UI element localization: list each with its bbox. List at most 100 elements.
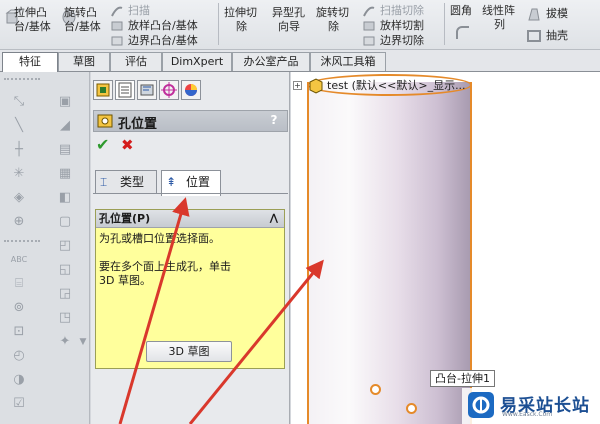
feature-tree-icon bbox=[96, 83, 110, 97]
check-icon[interactable]: ✔ bbox=[96, 137, 112, 153]
tab-features[interactable]: 特征 bbox=[2, 52, 58, 72]
dome-small-icon[interactable]: ◧ bbox=[56, 190, 74, 206]
revolved-boss-button[interactable]: 旋转凸 台/基体 bbox=[60, 2, 108, 48]
watermark-subtext: Www.Easck.Com bbox=[502, 411, 553, 418]
linear-pattern-button[interactable]: 线性阵 列 bbox=[480, 2, 520, 48]
spline-icon[interactable]: ◈ bbox=[10, 190, 28, 206]
revolved-cut-button[interactable]: 旋转切 除 bbox=[316, 2, 360, 48]
line-icon[interactable]: ╲ bbox=[10, 118, 28, 134]
hole-position-group: 孔位置(P) ⋀ 为孔或槽口位置选择面。 要在多个面上生成孔，单击 3D 草图。… bbox=[95, 209, 285, 369]
position-icon: ⇞ bbox=[166, 175, 177, 189]
configuration-manager-tab[interactable] bbox=[137, 80, 157, 100]
magic-wand-icon[interactable]: ✦ bbox=[56, 334, 74, 350]
revolved-boss-label-2: 台/基体 bbox=[64, 20, 101, 33]
balloon-icon[interactable]: ⊚ bbox=[10, 300, 28, 316]
checkbox-icon[interactable]: ☑ bbox=[10, 396, 28, 412]
weld-symbol-icon[interactable]: ◑ bbox=[10, 372, 28, 388]
toolbar-grip bbox=[4, 78, 40, 81]
datum-icon[interactable]: ⊡ bbox=[10, 324, 28, 340]
boss-group: 扫描 放样凸台/基体 边界凸台/基体 bbox=[110, 2, 214, 48]
swept-boss-icon bbox=[111, 6, 123, 17]
shell-icon bbox=[527, 30, 541, 42]
combine-small-icon[interactable]: ◱ bbox=[56, 262, 74, 278]
lofted-cut-icon bbox=[363, 21, 375, 31]
ribbon-separator bbox=[218, 3, 219, 45]
extrude-small-icon[interactable]: ▣ bbox=[56, 94, 74, 110]
configuration-icon bbox=[140, 84, 154, 96]
draft-shell-group: 拔模 抽壳 bbox=[526, 2, 598, 48]
cut-group: 扫描切除 放样切割 边界切除 bbox=[362, 2, 440, 48]
x-icon[interactable]: ✖ bbox=[121, 137, 137, 153]
crosshair-icon bbox=[161, 82, 177, 98]
fillet-button[interactable]: 圆角 bbox=[448, 2, 476, 48]
tab-sketch[interactable]: 草图 bbox=[58, 52, 110, 71]
chamfer-small-icon[interactable]: ◢ bbox=[56, 118, 74, 134]
boundary-cut-label[interactable]: 边界切除 bbox=[380, 34, 424, 48]
help-button[interactable]: ? bbox=[267, 113, 281, 129]
tab-type[interactable]: ⌶ 类型 bbox=[95, 170, 157, 194]
expand-plus-icon[interactable]: + bbox=[293, 81, 302, 90]
hole-wizard-label-1: 异型孔 bbox=[272, 6, 305, 19]
point-icon[interactable]: ✳ bbox=[10, 166, 28, 182]
dimxpert-manager-tab[interactable] bbox=[159, 80, 179, 100]
mirror-icon[interactable]: ⊕ bbox=[10, 214, 28, 230]
lofted-boss-label[interactable]: 放样凸台/基体 bbox=[128, 19, 198, 33]
spell-check-icon[interactable]: ABC bbox=[10, 252, 28, 268]
wrap-small-icon[interactable]: ▦ bbox=[56, 166, 74, 182]
hole-wizard-label-2: 向导 bbox=[278, 20, 300, 33]
fillet-label: 圆角 bbox=[450, 4, 472, 17]
watermark-logo bbox=[468, 392, 494, 418]
move-face-small-icon[interactable]: ◳ bbox=[56, 310, 74, 326]
3d-sketch-button[interactable]: 3D 草图 bbox=[146, 341, 232, 362]
toolbar-grip bbox=[4, 240, 40, 243]
tab-evaluate[interactable]: 评估 bbox=[110, 52, 162, 71]
feature-manager-tab[interactable] bbox=[93, 80, 113, 100]
split-small-icon[interactable]: ◲ bbox=[56, 286, 74, 302]
centerline-icon[interactable]: ┼ bbox=[10, 142, 28, 158]
page-title: 孔位置 bbox=[118, 117, 158, 132]
swept-cut-label[interactable]: 扫描切除 bbox=[380, 4, 424, 18]
display-manager-tab[interactable] bbox=[181, 80, 201, 100]
draft-icon bbox=[528, 8, 540, 21]
surface-finish-icon[interactable]: ◴ bbox=[10, 348, 28, 364]
help-text-line-1: 为孔或槽口位置选择面。 bbox=[99, 232, 220, 245]
extruded-cut-button[interactable]: 拉伸切 除 bbox=[222, 2, 268, 48]
property-manager-title-bar: 孔位置 ? bbox=[93, 110, 288, 132]
swept-boss-label[interactable]: 扫描 bbox=[128, 4, 150, 18]
shell-label[interactable]: 抽壳 bbox=[546, 29, 568, 43]
boundary-boss-label[interactable]: 边界凸台/基体 bbox=[128, 34, 198, 48]
collapse-chevron-icon[interactable]: ⋀ bbox=[270, 210, 278, 228]
command-manager-tabs: 特征 草图 评估 DimXpert 办公室产品 沐风工具箱 bbox=[0, 50, 600, 72]
linear-pattern-label-2: 列 bbox=[494, 18, 505, 31]
chevron-down-icon[interactable]: ▼ bbox=[74, 334, 92, 350]
property-manager-tab[interactable] bbox=[115, 80, 135, 100]
manager-tab-bar bbox=[93, 80, 243, 102]
hole-position-icon bbox=[97, 114, 113, 128]
boundary-boss-icon bbox=[111, 36, 123, 46]
graphics-area[interactable]: + test (默认<<默认>_显示... 凸台-拉伸1 bbox=[291, 72, 600, 424]
lofted-cut-label[interactable]: 放样切割 bbox=[380, 19, 424, 33]
ribbon-toolbar: 拉伸凸 台/基体 旋转凸 台/基体 扫描 放样凸台/基体 边界凸台/基体 拉伸切… bbox=[0, 0, 600, 50]
extruded-boss-label-1: 拉伸凸 bbox=[14, 6, 47, 19]
help-text-line-2: 要在多个面上生成孔，单击 bbox=[99, 260, 231, 273]
intersect-small-icon[interactable]: ◰ bbox=[56, 238, 74, 254]
extruded-cut-label-2: 除 bbox=[236, 20, 247, 33]
tab-mufeng-toolbox[interactable]: 沐风工具箱 bbox=[310, 52, 386, 71]
tab-office-products[interactable]: 办公室产品 bbox=[232, 52, 310, 71]
swept-cut-icon bbox=[363, 6, 375, 17]
hole-point-1[interactable] bbox=[370, 384, 381, 395]
group-header[interactable]: 孔位置(P) ⋀ bbox=[96, 210, 284, 228]
rib-small-icon[interactable]: ▤ bbox=[56, 142, 74, 158]
tab-dimxpert[interactable]: DimXpert bbox=[162, 52, 232, 71]
brand-logo-icon bbox=[472, 396, 490, 414]
hole-wizard-button[interactable]: 异型孔 向导 bbox=[270, 2, 316, 48]
extruded-boss-button[interactable]: 拉伸凸 台/基体 bbox=[2, 2, 58, 48]
draft-label[interactable]: 拔模 bbox=[546, 7, 568, 21]
hole-point-2[interactable] bbox=[406, 403, 417, 414]
extruded-boss-label-2: 台/基体 bbox=[14, 20, 51, 33]
note-icon[interactable]: ⌸ bbox=[10, 276, 28, 292]
extruded-cut-label-1: 拉伸切 bbox=[224, 6, 257, 19]
smart-dimension-icon[interactable]: ⤡ bbox=[10, 94, 28, 110]
shape-small-icon[interactable]: ▢ bbox=[56, 214, 74, 230]
feature-tools-column: ▣ ◢ ▤ ▦ ◧ ▢ ◰ ◱ ◲ ◳ ✦ ▼ bbox=[46, 72, 90, 424]
